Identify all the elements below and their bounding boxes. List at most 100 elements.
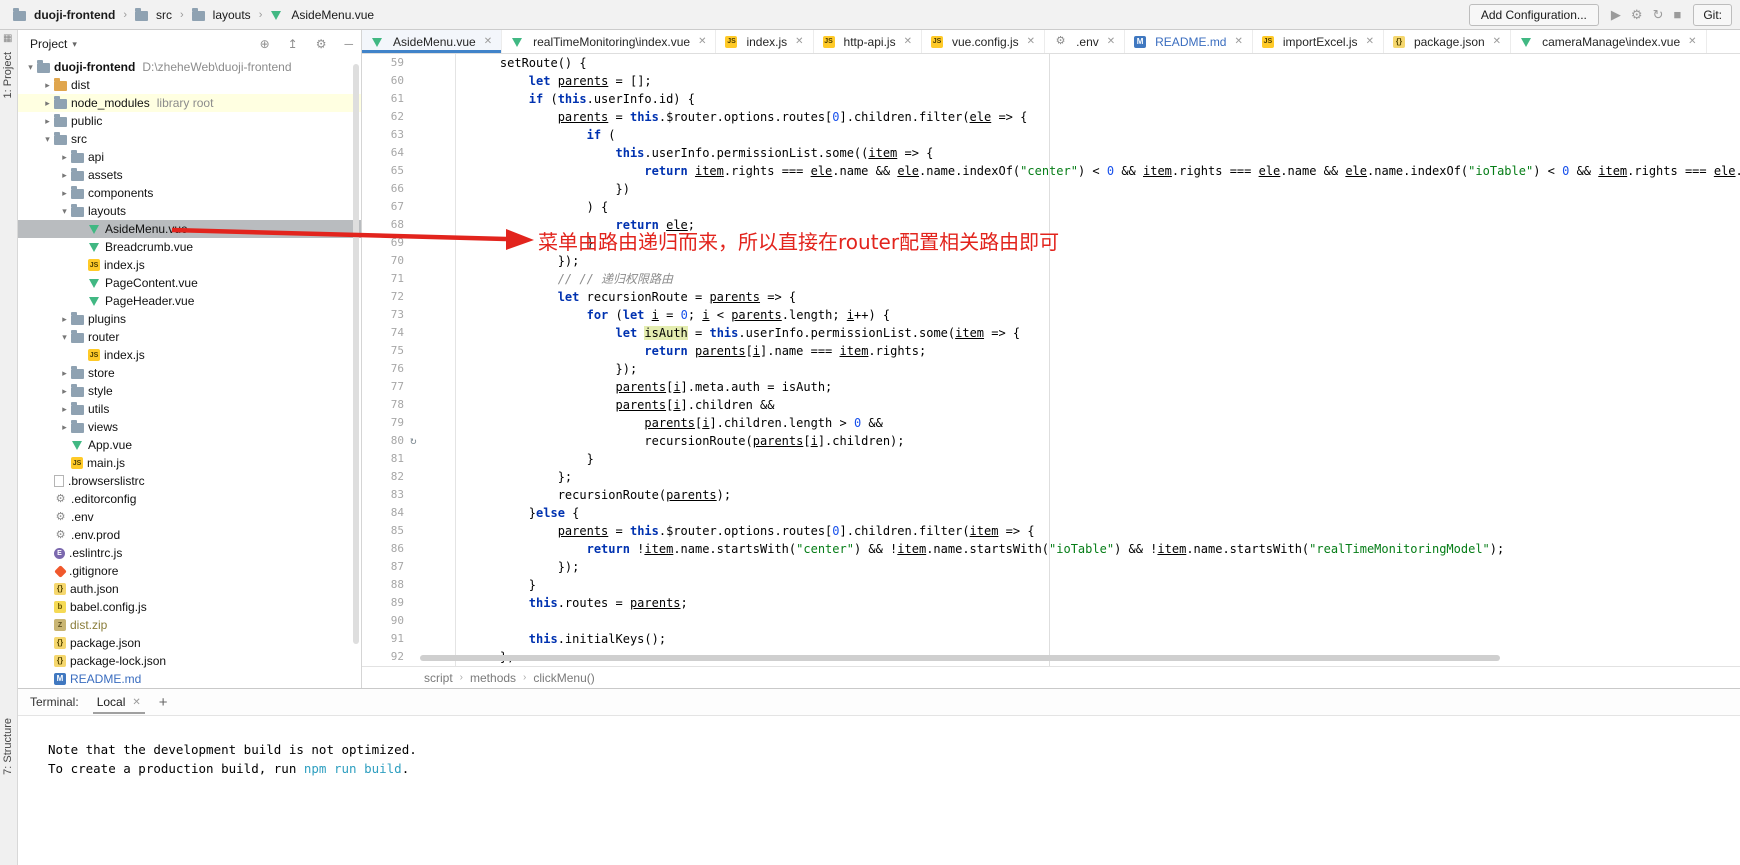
editor-breadcrumb-methods[interactable]: methods [470, 671, 516, 685]
tree-item-main-js[interactable]: JSmain.js [18, 454, 361, 472]
close-icon[interactable]: ✕ [1366, 36, 1374, 47]
tree-item-views[interactable]: ▸views [18, 418, 361, 436]
horizontal-scrollbar[interactable] [420, 655, 1500, 661]
tree-item-utils[interactable]: ▸utils [18, 400, 361, 418]
chevron-down-icon[interactable]: ▾ [72, 39, 77, 50]
tree-item-node-modules[interactable]: ▸node_moduleslibrary root [18, 94, 361, 112]
tree-item-readme-md[interactable]: MREADME.md [18, 670, 361, 688]
terminal-output[interactable]: Note that the development build is not o… [18, 716, 1740, 865]
breadcrumb-item-asidemenu-vue[interactable]: AsideMenu.vue [267, 6, 377, 24]
chevron-right-icon[interactable]: ▸ [58, 188, 71, 199]
tree-item-index-js[interactable]: JSindex.js [18, 346, 361, 364]
tree-item-auth-json[interactable]: {}auth.json [18, 580, 361, 598]
editor-tab-cameramanage-index-vue[interactable]: cameraManage\index.vue✕ [1511, 30, 1706, 53]
locate-icon[interactable]: ⊕ [260, 37, 270, 51]
tree-item-plugins[interactable]: ▸plugins [18, 310, 361, 328]
add-configuration-button[interactable]: Add Configuration... [1469, 4, 1599, 26]
close-icon[interactable]: ✕ [132, 697, 140, 708]
tool-window-switcher-icon[interactable]: ▦ [3, 33, 12, 44]
chevron-right-icon[interactable]: ▸ [58, 404, 71, 415]
tree-item-pagecontent-vue[interactable]: PageContent.vue [18, 274, 361, 292]
tree-item-router[interactable]: ▾router [18, 328, 361, 346]
close-icon[interactable]: ✕ [1027, 36, 1035, 47]
tool-window-project-button[interactable]: 1: Project [2, 52, 14, 98]
chevron-down-icon[interactable]: ▾ [58, 332, 71, 343]
close-icon[interactable]: ✕ [1493, 36, 1501, 47]
project-scrollbar[interactable] [353, 64, 359, 644]
tree-item-api[interactable]: ▸api [18, 148, 361, 166]
tree-item-env-prod[interactable]: ⚙.env.prod [18, 526, 361, 544]
chevron-right-icon[interactable]: ▸ [58, 152, 71, 163]
tree-item-index-js[interactable]: JSindex.js [18, 256, 361, 274]
tree-item-src[interactable]: ▾src [18, 130, 361, 148]
tree-item-public[interactable]: ▸public [18, 112, 361, 130]
stop-icon[interactable]: ■ [1673, 7, 1681, 22]
tree-item-dist-zip[interactable]: Zdist.zip [18, 616, 361, 634]
close-icon[interactable]: ✕ [904, 36, 912, 47]
tree-item-duoji-frontend[interactable]: ▾duoji-frontendD:\zheheWeb\duoji-fronten… [18, 58, 361, 76]
chevron-right-icon[interactable]: ▸ [58, 422, 71, 433]
chevron-down-icon[interactable]: ▾ [24, 62, 37, 73]
project-view-selector[interactable]: Project [30, 37, 67, 51]
tree-item-eslintrc-js[interactable]: E.eslintrc.js [18, 544, 361, 562]
tree-item-gitignore[interactable]: .gitignore [18, 562, 361, 580]
chevron-down-icon[interactable]: ▾ [58, 206, 71, 217]
editor-tab-asidemenu-vue[interactable]: AsideMenu.vue✕ [362, 30, 502, 53]
tree-item-dist[interactable]: ▸dist [18, 76, 361, 94]
tree-item-layouts[interactable]: ▾layouts [18, 202, 361, 220]
editor-tab-importexcel-js[interactable]: JSimportExcel.js✕ [1253, 30, 1384, 53]
chevron-right-icon[interactable]: ▸ [41, 80, 54, 91]
breadcrumb-item-src[interactable]: src [132, 6, 175, 24]
tree-item-env[interactable]: ⚙.env [18, 508, 361, 526]
editor-tab-env[interactable]: ⚙.env✕ [1045, 30, 1125, 53]
tree-item-app-vue[interactable]: App.vue [18, 436, 361, 454]
editor-tab-package-json[interactable]: {}package.json✕ [1384, 30, 1511, 53]
tree-item-babel-config-js[interactable]: bbabel.config.js [18, 598, 361, 616]
close-icon[interactable]: ✕ [1107, 36, 1115, 47]
git-widget[interactable]: Git: [1693, 4, 1732, 26]
folder-icon [54, 99, 67, 109]
tree-item-asidemenu-vue[interactable]: AsideMenu.vue [18, 220, 361, 238]
tree-item-package-lock-json[interactable]: {}package-lock.json [18, 652, 361, 670]
chevron-right-icon[interactable]: ▸ [41, 98, 54, 109]
settings-icon[interactable]: ⚙ [316, 37, 327, 51]
editor-tab-http-api-js[interactable]: JShttp-api.js✕ [814, 30, 922, 53]
collapse-all-icon[interactable]: ↥ [288, 37, 298, 51]
terminal-tab-local[interactable]: Local ✕ [93, 690, 145, 714]
breadcrumb-item-duoji-frontend[interactable]: duoji-frontend [10, 6, 118, 24]
chevron-right-icon[interactable]: ▸ [58, 386, 71, 397]
hide-icon[interactable]: ─ [344, 37, 353, 51]
tree-item-components[interactable]: ▸components [18, 184, 361, 202]
tree-item-breadcrumb-vue[interactable]: Breadcrumb.vue [18, 238, 361, 256]
tree-item-store[interactable]: ▸store [18, 364, 361, 382]
editor-breadcrumb-clickmenu[interactable]: clickMenu() [533, 671, 594, 685]
tree-item-style[interactable]: ▸style [18, 382, 361, 400]
code-editor[interactable]: 59 setRoute() {60 let parents = [];61 if… [362, 54, 1740, 666]
chevron-right-icon[interactable]: ▸ [58, 314, 71, 325]
tool-window-structure-button[interactable]: 7: Structure [2, 718, 14, 775]
chevron-down-icon[interactable]: ▾ [41, 134, 54, 145]
build-icon[interactable]: ⚙ [1631, 7, 1643, 23]
editor-tab-vue-config-js[interactable]: JSvue.config.js✕ [922, 30, 1045, 53]
close-icon[interactable]: ✕ [1234, 36, 1242, 47]
close-icon[interactable]: ✕ [484, 36, 492, 47]
tree-item-package-json[interactable]: {}package.json [18, 634, 361, 652]
tree-item-pageheader-vue[interactable]: PageHeader.vue [18, 292, 361, 310]
run-icon[interactable]: ▶ [1611, 7, 1621, 23]
close-icon[interactable]: ✕ [795, 36, 803, 47]
new-terminal-button[interactable]: + [159, 694, 168, 711]
editor-tab-readme-md[interactable]: MREADME.md✕ [1125, 30, 1253, 53]
update-icon[interactable]: ↻ [1653, 7, 1664, 23]
tree-item-editorconfig[interactable]: ⚙.editorconfig [18, 490, 361, 508]
editor-tab-index-js[interactable]: JSindex.js✕ [716, 30, 813, 53]
editor-breadcrumb-script[interactable]: script [424, 671, 453, 685]
editor-tab-realtimemonitoring-index-vue[interactable]: realTimeMonitoring\index.vue✕ [502, 30, 716, 53]
chevron-right-icon[interactable]: ▸ [41, 116, 54, 127]
tree-item-assets[interactable]: ▸assets [18, 166, 361, 184]
close-icon[interactable]: ✕ [698, 36, 706, 47]
chevron-right-icon[interactable]: ▸ [58, 368, 71, 379]
chevron-right-icon[interactable]: ▸ [58, 170, 71, 181]
close-icon[interactable]: ✕ [1688, 36, 1696, 47]
tree-item-browserslistrc[interactable]: .browserslistrc [18, 472, 361, 490]
breadcrumb-item-layouts[interactable]: layouts [189, 6, 254, 24]
